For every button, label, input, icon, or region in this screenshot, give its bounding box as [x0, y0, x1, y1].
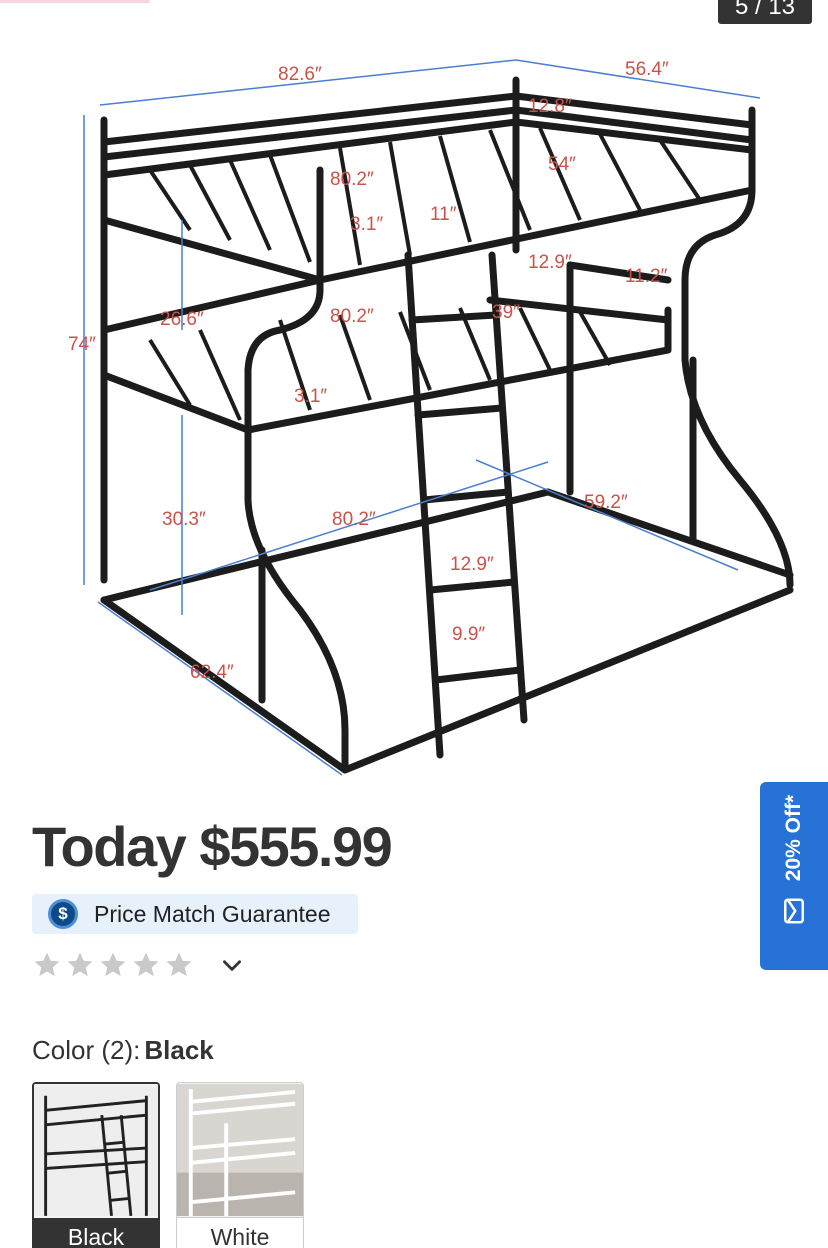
dim-label: 39″: [492, 302, 520, 323]
star-icon: [131, 950, 161, 980]
top-accent-bar: [0, 0, 150, 3]
price-match-label: Price Match Guarantee: [94, 900, 331, 927]
star-icon: [32, 950, 62, 980]
star-icon: [98, 950, 128, 980]
dim-label: 9.9″: [452, 624, 485, 645]
dim-label: 12.9″: [528, 252, 572, 273]
dim-label: 56.4″: [625, 59, 669, 80]
dim-label: 26.6″: [160, 309, 204, 330]
promo-discount-tab[interactable]: 20% Off*: [760, 782, 828, 970]
color-label: Color (2): Black: [32, 1035, 214, 1066]
product-image[interactable]: 82.6″ 56.4″ 12.8″ 80.2″ 54″ 3.1″ 11″ 12.…: [0, 30, 828, 790]
color-swatch-white[interactable]: White: [176, 1082, 304, 1248]
promo-text: 20% Off*: [782, 794, 805, 882]
chevron-down-icon[interactable]: [219, 952, 245, 978]
price-today: Today $555.99: [32, 815, 393, 878]
selected-color: Black: [144, 1035, 214, 1065]
swatch-image-black: [34, 1084, 158, 1218]
dim-label: 11.2″: [625, 266, 668, 287]
dim-label: 80.2″: [330, 306, 374, 327]
rating-stars[interactable]: [32, 950, 245, 980]
bunk-bed-diagram: 82.6″ 56.4″ 12.8″ 80.2″ 54″ 3.1″ 11″ 12.…: [68, 59, 794, 776]
dim-label: 3.1″: [294, 386, 327, 407]
dim-label: 80.2″: [330, 169, 374, 190]
color-count-label: Color (2):: [32, 1035, 141, 1065]
dim-label: 82.6″: [278, 64, 322, 85]
dim-label: 59.2″: [584, 492, 628, 513]
swatch-label: Black: [34, 1218, 158, 1248]
image-counter: 5 / 13: [718, 0, 812, 24]
color-swatch-black[interactable]: Black: [32, 1082, 160, 1248]
swatch-label: White: [177, 1217, 303, 1248]
star-icon: [65, 950, 95, 980]
dim-label: 54″: [548, 154, 576, 175]
dim-label: 11″: [430, 204, 457, 225]
dim-label: 12.9″: [450, 554, 494, 575]
dim-label: 30.3″: [162, 509, 206, 530]
dollar-icon: $: [48, 899, 78, 929]
dim-label: 3.1″: [350, 214, 383, 235]
dim-label: 80.2″: [332, 509, 376, 530]
dim-label: 74″: [68, 334, 96, 355]
dim-label: 62.4″: [190, 662, 234, 683]
swatch-image-white: [177, 1083, 303, 1217]
envelope-icon: [779, 896, 809, 926]
star-icon: [164, 950, 194, 980]
dim-label: 12.8″: [528, 96, 572, 117]
price-match-badge[interactable]: $ Price Match Guarantee: [32, 894, 358, 934]
